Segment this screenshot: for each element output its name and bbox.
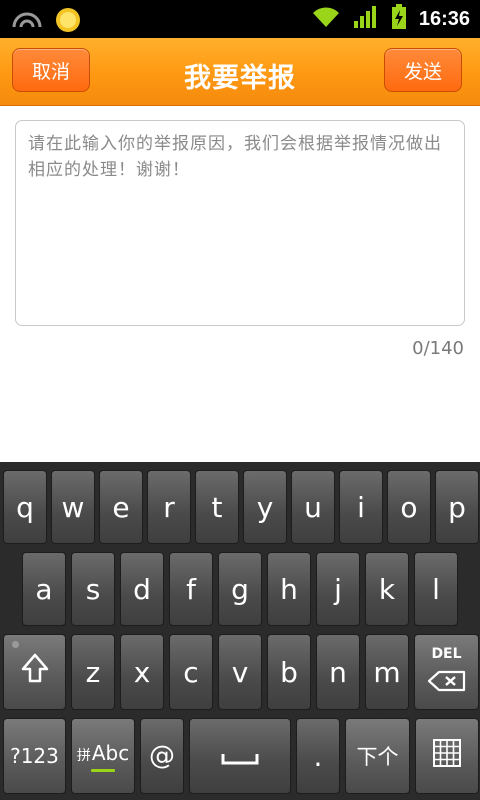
at-key[interactable]: @ <box>140 718 184 794</box>
key-c[interactable]: c <box>169 634 213 710</box>
signal-arc-icon <box>10 7 44 37</box>
delete-key-label: DEL <box>431 645 462 662</box>
key-n[interactable]: n <box>316 634 360 710</box>
key-m[interactable]: m <box>365 634 409 710</box>
key-s[interactable]: s <box>71 552 115 626</box>
backspace-icon <box>427 666 467 699</box>
input-method-label: 拼 Abc <box>76 740 130 765</box>
status-bar-right: 16:36 <box>311 4 470 34</box>
keyboard-grid-key[interactable] <box>415 718 479 794</box>
input-method-key[interactable]: 拼 Abc <box>71 718 135 794</box>
key-d[interactable]: d <box>120 552 164 626</box>
ime-active-indicator <box>91 768 115 772</box>
wifi-icon <box>311 5 341 33</box>
delete-key[interactable]: DEL <box>414 634 479 710</box>
status-bar: 16:36 <box>0 0 480 38</box>
key-e[interactable]: e <box>99 470 143 544</box>
key-a[interactable]: a <box>22 552 66 626</box>
report-reason-input[interactable]: 请在此输入你的举报原因，我们会根据举报情况做出相应的处理！谢谢！ <box>15 120 465 326</box>
key-v[interactable]: v <box>218 634 262 710</box>
soft-keyboard: q w e r t y u i o p a s d f g h j k l z … <box>0 462 480 800</box>
key-x[interactable]: x <box>120 634 164 710</box>
key-i[interactable]: i <box>339 470 383 544</box>
key-j[interactable]: j <box>316 552 360 626</box>
numbers-symbols-key[interactable]: ?123 <box>3 718 66 794</box>
key-r[interactable]: r <box>147 470 191 544</box>
key-g[interactable]: g <box>218 552 262 626</box>
key-z[interactable]: z <box>71 634 115 710</box>
space-bar-icon <box>220 740 260 773</box>
key-w[interactable]: w <box>51 470 95 544</box>
key-l[interactable]: l <box>414 552 458 626</box>
key-b[interactable]: b <box>267 634 311 710</box>
key-p[interactable]: p <box>435 470 479 544</box>
character-counter: 0/140 <box>412 338 464 359</box>
key-y[interactable]: y <box>243 470 287 544</box>
title-bar: 取消 我要举报 发送 <box>0 38 480 106</box>
cell-signal-icon <box>353 5 379 33</box>
space-key[interactable] <box>189 718 291 794</box>
key-f[interactable]: f <box>169 552 213 626</box>
grid-keypad-icon <box>433 738 461 774</box>
battery-charging-icon <box>391 4 407 34</box>
shift-arrow-icon <box>21 653 49 692</box>
sun-weather-icon <box>54 6 82 38</box>
report-placeholder: 请在此输入你的举报原因，我们会根据举报情况做出相应的处理！谢谢！ <box>28 134 442 180</box>
shift-key[interactable] <box>3 634 66 710</box>
key-u[interactable]: u <box>291 470 335 544</box>
key-k[interactable]: k <box>365 552 409 626</box>
period-key[interactable]: . <box>296 718 340 794</box>
next-key[interactable]: 下个 <box>345 718 410 794</box>
send-button[interactable]: 发送 <box>384 48 462 92</box>
key-h[interactable]: h <box>267 552 311 626</box>
key-q[interactable]: q <box>3 470 47 544</box>
key-o[interactable]: o <box>387 470 431 544</box>
status-bar-left <box>10 6 82 38</box>
clock: 16:36 <box>418 7 470 30</box>
key-t[interactable]: t <box>195 470 239 544</box>
